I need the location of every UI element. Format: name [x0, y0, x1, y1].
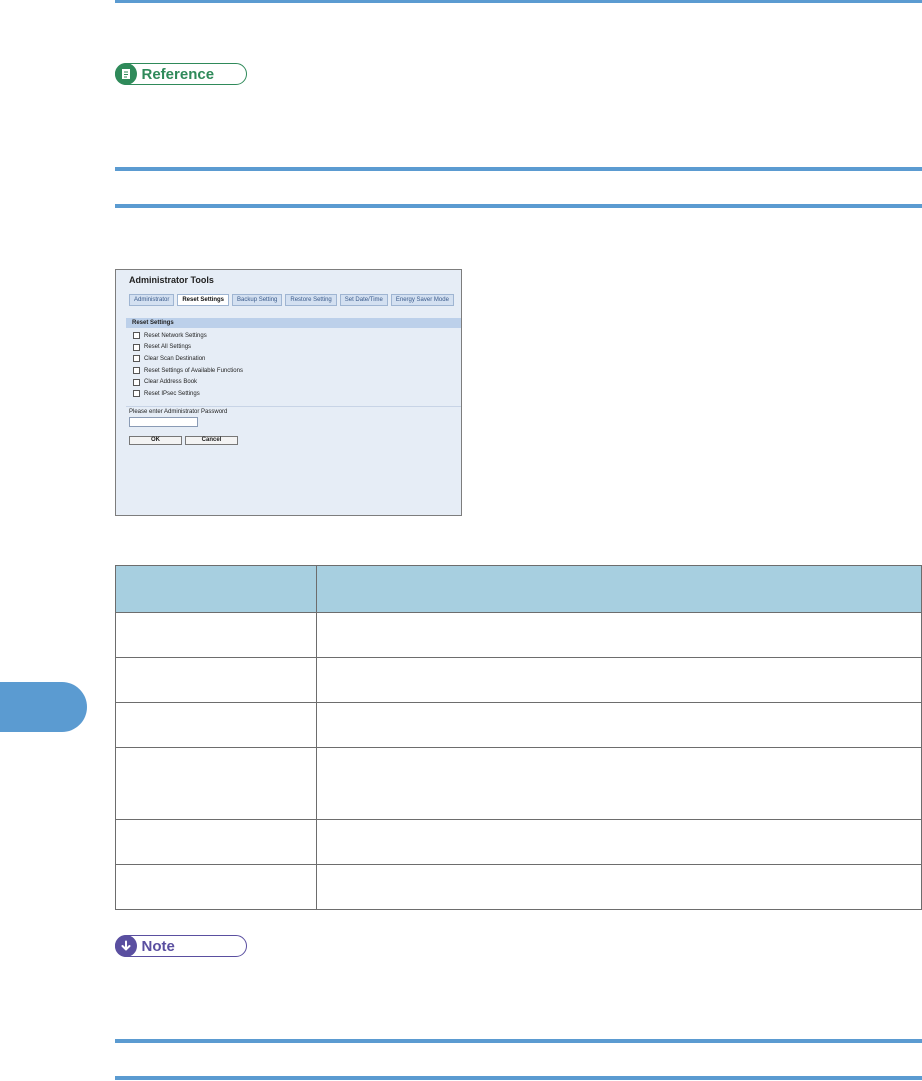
admin-tools-title: Administrator Tools [129, 275, 214, 285]
divider [126, 406, 461, 407]
section-rule-1 [115, 167, 922, 171]
table-cell [115, 657, 317, 703]
admin-tools-screenshot: Administrator Tools Administrator Reset … [115, 269, 462, 516]
tab-backup-setting[interactable]: Backup Setting [232, 294, 283, 306]
option-reset-all-settings[interactable]: Reset All Settings [133, 342, 243, 354]
document-icon [114, 63, 137, 85]
arrow-down-icon [114, 935, 137, 957]
tab-set-date-time[interactable]: Set Date/Time [339, 294, 388, 306]
option-clear-scan-destination[interactable]: Clear Scan Destination [133, 353, 243, 365]
checkbox[interactable] [133, 367, 140, 375]
section-rule-4 [115, 1076, 922, 1080]
table-row [115, 747, 922, 820]
section-rule-2 [115, 204, 922, 208]
reset-options: Reset Network Settings Reset All Setting… [133, 330, 243, 400]
table-cell [115, 864, 317, 910]
reference-label: Reference [141, 65, 215, 83]
ok-button[interactable]: OK [129, 436, 182, 445]
table-header-row [115, 565, 922, 613]
password-label: Please enter Administrator Password [129, 409, 228, 415]
table-cell [316, 657, 922, 703]
option-clear-address-book[interactable]: Clear Address Book [133, 376, 243, 388]
checkbox[interactable] [133, 332, 140, 340]
settings-table [115, 565, 922, 910]
note-badge: Note [114, 935, 247, 957]
table-row [115, 657, 922, 703]
table-cell [316, 612, 922, 658]
note-label: Note [141, 937, 175, 955]
checkbox[interactable] [133, 390, 140, 398]
password-input[interactable] [129, 417, 198, 427]
table-cell [115, 702, 317, 748]
reference-badge: Reference [114, 63, 247, 85]
option-reset-network-settings[interactable]: Reset Network Settings [133, 330, 243, 342]
table-header-cell [316, 565, 922, 613]
checkbox[interactable] [133, 343, 140, 351]
reset-settings-header: Reset Settings [126, 318, 461, 328]
table-cell [115, 612, 317, 658]
tab-restore-setting[interactable]: Restore Setting [285, 294, 337, 306]
checkbox[interactable] [133, 355, 140, 363]
table-row [115, 864, 922, 910]
tab-reset-settings[interactable]: Reset Settings [177, 294, 230, 306]
section-rule-3 [115, 1039, 922, 1043]
option-reset-available-functions[interactable]: Reset Settings of Available Functions [133, 365, 243, 377]
tab-energy-saver-mode[interactable]: Energy Saver Mode [390, 294, 454, 306]
table-cell [115, 819, 317, 865]
table-cell [316, 747, 922, 820]
chapter-tab [0, 682, 87, 732]
option-reset-ipsec-settings[interactable]: Reset IPsec Settings [133, 388, 243, 400]
table-cell [316, 864, 922, 910]
table-row [115, 819, 922, 865]
checkbox[interactable] [133, 378, 140, 386]
table-cell [316, 702, 922, 748]
cancel-button[interactable]: Cancel [185, 436, 238, 445]
admin-tabs: Administrator Reset Settings Backup Sett… [129, 294, 454, 306]
top-rule [115, 0, 922, 3]
table-header-cell [115, 565, 317, 613]
tab-administrator[interactable]: Administrator [129, 294, 175, 306]
table-row [115, 612, 922, 658]
table-cell [316, 819, 922, 865]
table-cell [115, 747, 317, 820]
table-row [115, 702, 922, 748]
